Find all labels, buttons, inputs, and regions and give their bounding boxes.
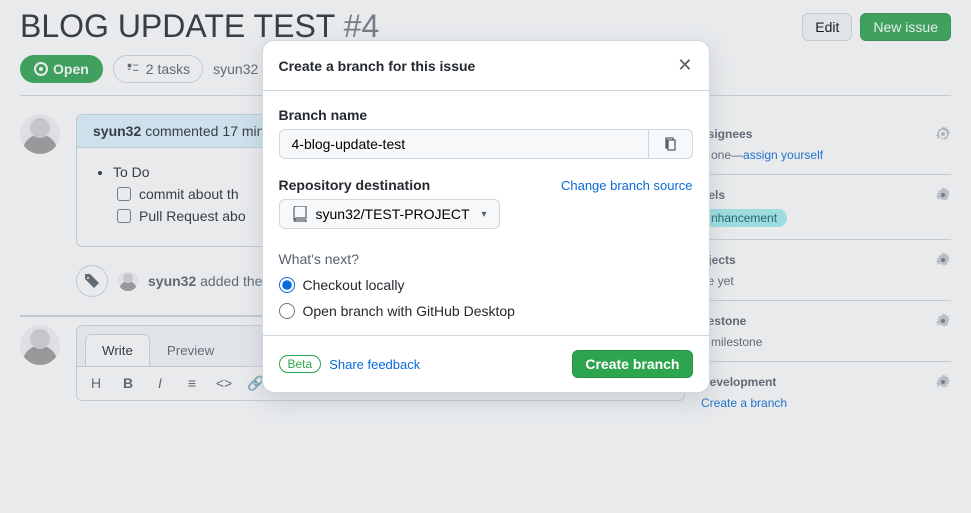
radio-label: Open branch with GitHub Desktop [303,303,515,319]
branch-name-input[interactable] [279,129,649,159]
modal-overlay[interactable]: Create a branch for this issue ✕ Branch … [0,0,971,513]
whats-next-label: What's next? [279,251,693,267]
radio-input[interactable] [279,303,295,319]
change-branch-source-link[interactable]: Change branch source [561,178,693,193]
create-branch-modal: Create a branch for this issue ✕ Branch … [262,40,710,393]
close-button[interactable]: ✕ [677,55,692,76]
repo-destination-dropdown[interactable]: syun32/TEST-PROJECT ▾ [279,199,500,229]
repo-name: syun32/TEST-PROJECT [316,206,470,222]
radio-checkout-locally[interactable]: Checkout locally [279,277,693,293]
repo-destination-label: Repository destination [279,177,431,193]
close-icon: ✕ [677,55,692,75]
create-branch-button[interactable]: Create branch [572,350,692,378]
radio-input[interactable] [279,277,295,293]
radio-github-desktop[interactable]: Open branch with GitHub Desktop [279,303,693,319]
share-feedback-link[interactable]: Share feedback [329,357,420,372]
repo-icon [292,206,308,222]
caret-down-icon: ▾ [482,209,487,220]
copy-button[interactable] [649,129,693,159]
modal-title: Create a branch for this issue [279,58,476,74]
radio-label: Checkout locally [303,277,405,293]
branch-name-label: Branch name [279,107,693,123]
copy-icon [662,136,678,152]
beta-badge: Beta [279,355,322,373]
